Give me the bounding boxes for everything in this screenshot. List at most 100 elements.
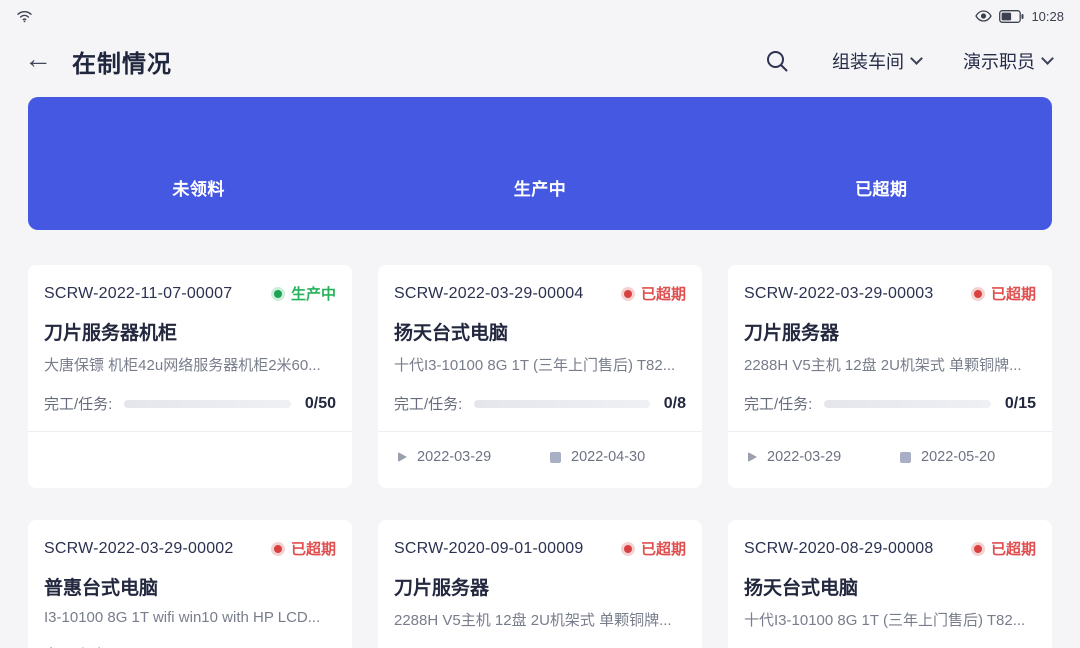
page-title: 在制情况 [72, 44, 172, 79]
product-description: I3-10100 8G 1T wifi win10 with HP LCD... [28, 609, 352, 626]
card-footer: 2022-03-29 2022-05-20 [728, 432, 1052, 482]
progress-bar [124, 400, 291, 408]
status-label: 已超期 [991, 283, 1036, 304]
order-code: SCRW-2022-03-29-00004 [394, 285, 584, 303]
play-icon [748, 452, 757, 462]
product-title: 刀片服务器 [378, 573, 702, 600]
workshop-dropdown-label: 组装车间 [832, 48, 904, 74]
wifi-icon [16, 9, 33, 23]
eye-icon [975, 10, 992, 22]
status-badge: 已超期 [624, 283, 686, 304]
status-dot-icon [974, 290, 982, 298]
card-top-row: SCRW-2022-03-29-00002 已超期 [28, 520, 352, 559]
chevron-down-icon [1041, 52, 1054, 65]
work-order-card[interactable]: SCRW-2022-03-29-00002 已超期 普惠台式电脑 I3-1010… [28, 520, 352, 648]
progress-label: 完工/任务: [44, 393, 112, 414]
start-date-group: 2022-03-29 [748, 449, 852, 465]
status-dot-icon [274, 545, 282, 553]
search-button[interactable] [764, 48, 790, 74]
status-badge: 已超期 [974, 283, 1036, 304]
product-description: 大唐保镖 机柜42u网络服务器机柜2米60... [28, 354, 352, 375]
order-code: SCRW-2020-09-01-00009 [394, 540, 584, 558]
progress-label: 完工/任务: [394, 393, 462, 414]
product-title: 扬天台式电脑 [728, 573, 1052, 600]
product-title: 普惠台式电脑 [28, 573, 352, 600]
work-order-card[interactable]: SCRW-2022-03-29-00003 已超期 刀片服务器 2288H V5… [728, 265, 1052, 488]
end-date-group [200, 452, 304, 463]
status-label: 已超期 [641, 283, 686, 304]
progress-row: 完工/任务: [28, 644, 352, 648]
product-description: 2288H V5主机 12盘 2U机架式 单颗铜牌... [728, 354, 1052, 375]
product-title: 刀片服务器 [728, 318, 1052, 345]
work-order-card[interactable]: SCRW-2020-09-01-00009 已超期 刀片服务器 2288H V5… [378, 520, 702, 648]
product-title: 扬天台式电脑 [378, 318, 702, 345]
chevron-down-icon [910, 52, 923, 65]
card-top-row: SCRW-2022-11-07-00007 生产中 [28, 265, 352, 304]
status-badge: 生产中 [274, 283, 336, 304]
product-title: 刀片服务器机柜 [28, 318, 352, 345]
product-description: 2288H V5主机 12盘 2U机架式 单颗铜牌... [378, 609, 702, 630]
card-footer [28, 432, 352, 482]
card-top-row: SCRW-2022-03-29-00004 已超期 [378, 265, 702, 304]
battery-icon [999, 10, 1024, 23]
end-date: 2022-04-30 [571, 449, 645, 465]
progress-label: 完工/任务: [44, 644, 112, 648]
status-label: 已超期 [641, 538, 686, 559]
progress-label: 完工/任务: [744, 393, 812, 414]
tab-overdue[interactable]: 已超期 [711, 97, 1052, 230]
start-date: 2022-03-29 [417, 449, 491, 465]
work-order-card[interactable]: SCRW-2022-11-07-00007 生产中 刀片服务器机柜 大唐保镖 机… [28, 265, 352, 488]
order-code: SCRW-2022-11-07-00007 [44, 285, 232, 303]
status-dot-icon [274, 290, 282, 298]
progress-bar [824, 400, 991, 408]
clock-time: 10:28 [1031, 9, 1064, 24]
order-code: SCRW-2022-03-29-00003 [744, 285, 934, 303]
status-badge: 已超期 [274, 538, 336, 559]
progress-row: 完工/任务: 0/50 [28, 393, 352, 414]
status-dot-icon [974, 545, 982, 553]
staff-dropdown-label: 演示职员 [963, 48, 1035, 74]
cards-grid: SCRW-2022-11-07-00007 生产中 刀片服务器机柜 大唐保镖 机… [28, 265, 1052, 648]
stop-icon [550, 452, 561, 463]
back-button[interactable]: ← [24, 45, 52, 73]
staff-dropdown[interactable]: 演示职员 [963, 48, 1052, 74]
card-top-row: SCRW-2020-09-01-00009 已超期 [378, 520, 702, 559]
progress-row: 完工/任务: 0/8 [378, 393, 702, 414]
status-dot-icon [624, 290, 632, 298]
status-dot-icon [624, 545, 632, 553]
status-label: 已超期 [991, 538, 1036, 559]
status-label: 生产中 [291, 283, 336, 304]
progress-value: 0/50 [305, 395, 336, 413]
product-description: 十代I3-10100 8G 1T (三年上门售后) T82... [378, 354, 702, 375]
status-bar: 10:28 [0, 0, 1080, 26]
start-date-group [48, 452, 152, 462]
end-date-group: 2022-04-30 [550, 449, 654, 465]
work-order-card[interactable]: SCRW-2022-03-29-00004 已超期 扬天台式电脑 十代I3-10… [378, 265, 702, 488]
page-header: ← 在制情况 组装车间 演示职员 [0, 26, 1080, 84]
card-top-row: SCRW-2022-03-29-00003 已超期 [728, 265, 1052, 304]
start-date-group: 2022-03-29 [398, 449, 502, 465]
order-code: SCRW-2020-08-29-00008 [744, 540, 934, 558]
status-badge: 已超期 [974, 538, 1036, 559]
status-label: 已超期 [291, 538, 336, 559]
stop-icon [900, 452, 911, 463]
progress-value: 0/8 [664, 395, 686, 413]
workshop-dropdown[interactable]: 组装车间 [832, 48, 921, 74]
search-icon [764, 48, 790, 74]
progress-value: 0/15 [1005, 395, 1036, 413]
progress-row: 完工/任务: 0/15 [728, 393, 1052, 414]
progress-bar [474, 400, 649, 408]
end-date: 2022-05-20 [921, 449, 995, 465]
card-footer: 2022-03-29 2022-04-30 [378, 432, 702, 482]
card-top-row: SCRW-2020-08-29-00008 已超期 [728, 520, 1052, 559]
order-code: SCRW-2022-03-29-00002 [44, 540, 234, 558]
play-icon [398, 452, 407, 462]
status-badge: 已超期 [624, 538, 686, 559]
end-date-group: 2022-05-20 [900, 449, 1004, 465]
start-date: 2022-03-29 [767, 449, 841, 465]
summary-banner: 未领料 生产中 已超期 [28, 97, 1052, 230]
tab-in-production[interactable]: 生产中 [369, 97, 710, 230]
work-order-card[interactable]: SCRW-2020-08-29-00008 已超期 扬天台式电脑 十代I3-10… [728, 520, 1052, 648]
tab-not-picked[interactable]: 未领料 [28, 97, 369, 230]
product-description: 十代I3-10100 8G 1T (三年上门售后) T82... [728, 609, 1052, 630]
